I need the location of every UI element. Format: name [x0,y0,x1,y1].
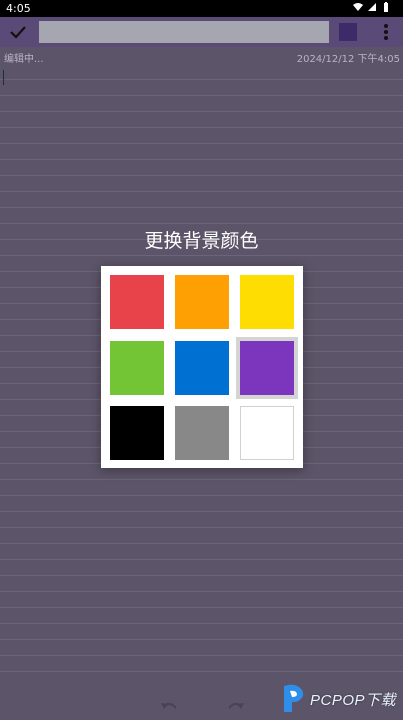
text-cursor [3,70,4,85]
color-swatch-gray[interactable] [175,406,229,460]
watermark: PCPOP下载 [280,682,396,716]
signal-icon [368,3,376,11]
battery-icon [384,2,388,12]
note-timestamp: 2024/12/12 下午4:05 [296,54,400,65]
wifi-icon [353,3,363,11]
color-swatch-red[interactable] [110,275,164,329]
color-swatch-green[interactable] [110,341,164,395]
color-swatch-purple[interactable] [240,341,294,395]
edit-status: 编辑中... [4,54,44,65]
status-bar: 4:05 [0,0,403,17]
check-icon[interactable] [9,23,27,41]
note-title-input[interactable] [39,21,329,43]
color-swatch-blue[interactable] [175,341,229,395]
color-swatch-black[interactable] [110,406,164,460]
status-icons [353,2,391,12]
more-vert-icon[interactable] [378,23,394,41]
color-swatch-white[interactable] [240,406,294,460]
color-swatch-yellow[interactable] [240,275,294,329]
dialog-title: 更换背景颜色 [144,230,259,252]
redo-icon[interactable] [227,700,245,714]
pcpop-logo-icon [284,684,304,712]
watermark-text: PCPOP下载 [310,691,397,709]
status-time: 4:05 [6,2,31,15]
color-swatch-orange[interactable] [175,275,229,329]
color-picker-dialog [101,266,303,468]
color-picker-button[interactable] [339,23,357,41]
editor-toolbar [0,17,403,47]
note-info-row: 编辑中... 2024/12/12 下午4:05 [0,47,403,65]
undo-icon[interactable] [160,700,178,714]
